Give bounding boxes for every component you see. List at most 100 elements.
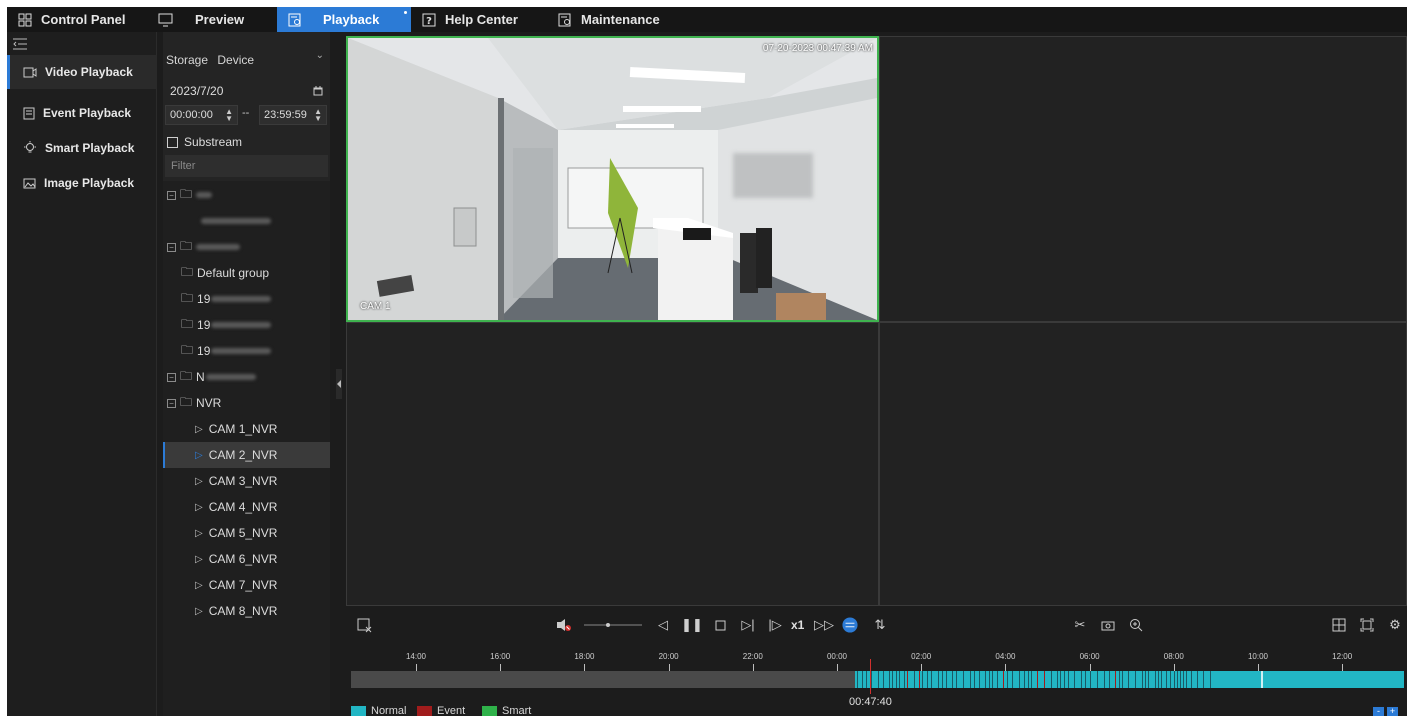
video-cell[interactable]: [346, 322, 879, 606]
tab-playback[interactable]: Playback: [277, 7, 411, 32]
redacted-text: [211, 322, 272, 328]
frame-forward-icon[interactable]: |▷: [767, 617, 783, 633]
timeline-cursor[interactable]: [870, 659, 872, 694]
recording-gap: [1060, 671, 1061, 688]
recording-gap: [963, 671, 964, 688]
timeline-tick-label: 16:00: [490, 652, 511, 661]
camera-label: CAM 5_NVR: [208, 526, 278, 540]
folder-icon: 🗀: [180, 186, 193, 201]
recording-gap: [889, 671, 890, 688]
step-forward-icon[interactable]: ▷|: [740, 617, 756, 633]
tab-control-panel[interactable]: Control Panel: [7, 7, 147, 32]
tree-ip-node[interactable]: 🗀 19: [163, 338, 330, 364]
camera-label: CAM 8_NVR: [208, 604, 278, 618]
clip-icon[interactable]: ✂: [1072, 617, 1088, 633]
stop-icon[interactable]: [712, 617, 728, 633]
document-icon: [23, 107, 35, 119]
redacted-text: [211, 348, 272, 354]
tree-ip-node[interactable]: 🗀 19: [163, 312, 330, 338]
tree-camera-node[interactable]: ▷ CAM 4_NVR: [163, 494, 330, 520]
storage-value: Device: [217, 53, 255, 67]
camera-snapshot-icon[interactable]: [1100, 617, 1116, 633]
ip-prefix: 19: [197, 292, 211, 306]
storage-selector[interactable]: Storage Device: [166, 53, 333, 67]
tree-camera-node[interactable]: ▷ CAM 5_NVR: [163, 520, 330, 546]
redacted-text: [201, 218, 271, 224]
tree-camera-node[interactable]: ▷ CAM 1_NVR: [163, 416, 330, 442]
recording-gap: [1135, 671, 1136, 688]
tree-group-node[interactable]: − 🗀: [163, 234, 330, 260]
calendar-icon[interactable]: [313, 86, 323, 96]
filter-input[interactable]: Filter: [165, 155, 328, 177]
sync-playback-icon[interactable]: [842, 617, 858, 633]
timeline-track[interactable]: [351, 671, 1404, 688]
folder-icon: 🗀: [180, 368, 193, 383]
mute-icon[interactable]: [556, 617, 572, 633]
timeline-tick-label: 04:00: [995, 652, 1016, 661]
substream-checkbox[interactable]: Substream: [167, 135, 242, 149]
panel-collapse-handle[interactable]: [336, 369, 342, 399]
tab-preview[interactable]: Preview: [147, 7, 277, 32]
zoom-in-icon[interactable]: [1128, 617, 1144, 633]
tab-help-center[interactable]: ? Help Center: [411, 7, 547, 32]
tree-default-group[interactable]: 🗀 Default group: [163, 260, 330, 286]
recording-gap: [1097, 671, 1098, 688]
date-picker[interactable]: 2023/7/20: [165, 80, 328, 102]
close-all-windows-icon[interactable]: [356, 617, 372, 633]
video-cell-active[interactable]: 07-20-2023 00:47:39 AM CAM 1: [346, 36, 879, 322]
reverse-play-icon[interactable]: ◁: [655, 617, 671, 633]
video-cell[interactable]: [879, 36, 1407, 322]
menu-image-playback[interactable]: Image Playback: [7, 166, 157, 200]
redacted-text: [211, 296, 272, 302]
start-time-field[interactable]: 00:00:00 ▲ ▼: [165, 105, 238, 125]
timeline-zoom-in-button[interactable]: +: [1387, 707, 1398, 716]
expand-icon[interactable]: −: [167, 242, 176, 252]
expand-icon[interactable]: −: [167, 190, 176, 200]
checkbox-icon[interactable]: [167, 136, 178, 148]
time-stepper-icon[interactable]: ▲ ▼: [225, 108, 233, 123]
tree-group-node[interactable]: − 🗀: [163, 182, 330, 208]
camera-icon: ▷: [195, 553, 203, 565]
tree-nvr-node[interactable]: − 🗀 NVR: [163, 390, 330, 416]
end-time-field[interactable]: 23:59:59 ▲ ▼: [259, 105, 327, 125]
expand-icon[interactable]: −: [167, 398, 176, 408]
tree-camera-node[interactable]: ▷ CAM 8_NVR: [163, 598, 330, 624]
adjust-icon[interactable]: ⇅: [872, 617, 888, 633]
tree-ip-node[interactable]: 🗀 19: [163, 286, 330, 312]
tree-camera-node[interactable]: ▷ CAM 3_NVR: [163, 468, 330, 494]
window-layout-icon[interactable]: [1331, 617, 1347, 633]
pause-icon[interactable]: ❚❚: [681, 617, 703, 633]
recording-gap: [914, 671, 915, 688]
tree-camera-node[interactable]: [163, 208, 330, 234]
tree-camera-node[interactable]: ▷ CAM 2_NVR: [163, 442, 330, 468]
fullscreen-icon[interactable]: [1359, 617, 1375, 633]
tree-camera-node[interactable]: ▷ CAM 6_NVR: [163, 546, 330, 572]
tree-camera-node[interactable]: ▷ CAM 7_NVR: [163, 572, 330, 598]
menu-video-playback[interactable]: Video Playback: [7, 55, 157, 89]
playback-timeline[interactable]: 14:00 16:00 18:00 20:00 22:00 00:00 02:00 04:00…: [346, 641, 1407, 716]
collapse-menu-icon[interactable]: [13, 38, 27, 50]
timeline-tick-label: 10:00: [1247, 652, 1269, 661]
tree-new-group-node[interactable]: − 🗀 N: [163, 364, 330, 390]
recording-gap: [1064, 671, 1065, 688]
folder-icon: 🗀: [181, 342, 194, 357]
recording-segment: [855, 671, 1404, 688]
volume-slider[interactable]: [584, 617, 642, 633]
timeline-tick-label: 08:00: [1163, 652, 1184, 661]
timeline-zoom-out-button[interactable]: -: [1373, 707, 1384, 716]
recording-gap: [946, 671, 947, 688]
playback-controls: ◁ ❚❚ ▷| |▷ x1 ▷▷ ⇅ ✂ ⚙: [346, 611, 1407, 639]
menu-smart-playback[interactable]: Smart Playback: [7, 131, 157, 165]
legend-label: Normal: [371, 705, 407, 716]
menu-event-playback[interactable]: Event Playback: [7, 96, 157, 130]
recording-gap: [956, 671, 957, 688]
time-stepper-icon[interactable]: ▲ ▼: [314, 108, 322, 123]
chevron-down-icon[interactable]: ⌄: [316, 50, 324, 61]
video-cell[interactable]: [879, 322, 1407, 606]
tab-maintenance[interactable]: Maintenance: [547, 7, 677, 32]
fast-forward-icon[interactable]: ▷▷: [814, 617, 834, 633]
expand-icon[interactable]: −: [167, 372, 176, 382]
recording-gap: [989, 671, 990, 688]
redacted-text: [205, 374, 256, 380]
gear-icon[interactable]: ⚙: [1387, 617, 1403, 633]
